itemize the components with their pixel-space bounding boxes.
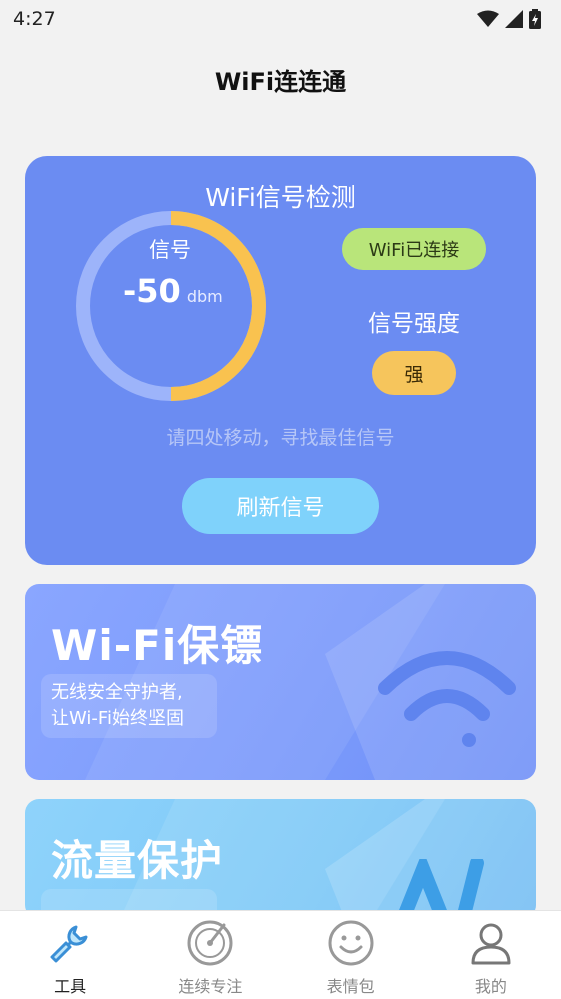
tab-label: 工具 xyxy=(54,977,87,996)
status-icons xyxy=(477,9,541,29)
user-icon xyxy=(471,923,511,965)
tab-label: 表情包 xyxy=(326,977,375,996)
page-title: WiFi连连通 xyxy=(214,68,347,96)
tab-focus[interactable]: 连续专注 xyxy=(140,911,280,999)
strength-title: 信号强度 xyxy=(368,311,460,337)
tab-label: 我的 xyxy=(474,977,507,996)
signal-unit: dbm xyxy=(186,287,223,306)
tab-stickers[interactable]: 表情包 xyxy=(281,911,421,999)
wifi-icon xyxy=(378,651,516,747)
strength-badge: 强 xyxy=(372,351,456,395)
bodyguard-desc-line1: 无线安全守护者, xyxy=(51,682,183,703)
focus-dial-icon xyxy=(187,920,233,966)
refresh-signal-button[interactable]: 刷新信号 xyxy=(182,478,379,534)
tab-profile[interactable]: 我的 xyxy=(421,911,561,999)
tab-label: 连续专注 xyxy=(178,977,243,996)
hint-text: 请四处移动，寻找最佳信号 xyxy=(166,427,395,449)
bodyguard-desc-line2: 让Wi-Fi始终坚固 xyxy=(51,708,184,729)
tab-tools[interactable]: 工具 xyxy=(0,911,140,999)
gauge-label: 信号 xyxy=(149,238,191,262)
bottom-tab-bar: 工具 连续专注 表情包 我的 xyxy=(0,910,561,999)
flow-protection-card[interactable]: 流量保护 xyxy=(25,799,536,919)
wifi-icon xyxy=(477,10,499,27)
cellular-signal-icon xyxy=(505,10,523,28)
battery-charging-icon xyxy=(529,9,541,29)
wifi-bodyguard-card[interactable]: Wi-Fi保镖 无线安全守护者, 让Wi-Fi始终坚固 xyxy=(25,584,536,780)
status-bar: 4:27 xyxy=(0,0,561,38)
signal-value: -50 dbm xyxy=(123,272,223,310)
signal-detection-card: WiFi信号检测 信号 -50 dbm WiFi已连接 信号强度 强 请四处移动，… xyxy=(25,156,536,565)
smiley-icon xyxy=(328,920,374,966)
wrench-icon xyxy=(50,925,88,963)
status-time: 4:27 xyxy=(13,8,56,30)
bodyguard-desc: 无线安全守护者, 让Wi-Fi始终坚固 xyxy=(41,674,217,738)
connection-status-badge: WiFi已连接 xyxy=(342,228,486,270)
signal-value-number: -50 xyxy=(123,272,181,310)
bodyguard-title: Wi-Fi保镖 xyxy=(51,621,264,670)
flow-title: 流量保护 xyxy=(51,836,224,885)
